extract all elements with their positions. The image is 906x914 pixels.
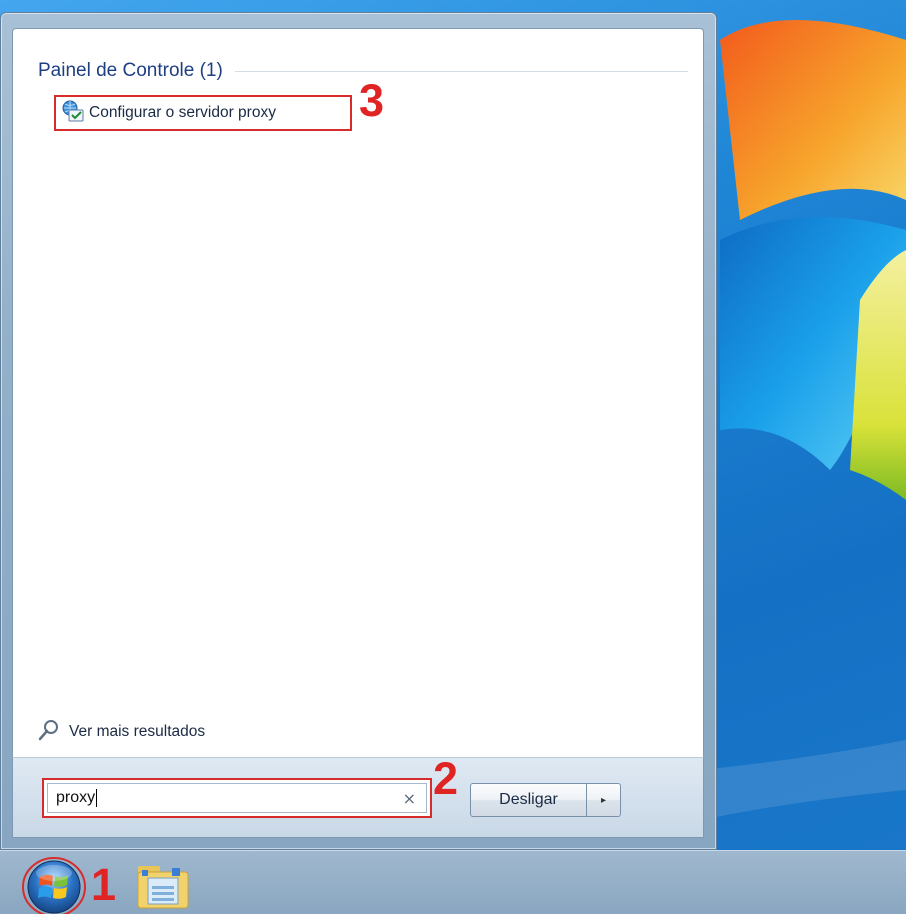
shutdown-options-arrow[interactable]: ▸ (587, 783, 621, 817)
windows-logo-wallpaper (700, 20, 906, 820)
header-divider (234, 70, 688, 72)
see-more-results-link[interactable]: Ver mais resultados (37, 719, 205, 745)
see-more-results-label: Ver mais resultados (69, 723, 206, 740)
results-group-title: Painel de Controle (1) (38, 60, 223, 81)
result-item-configure-proxy[interactable]: Configurar o servidor proxy (54, 95, 352, 131)
control-panel-network-icon (61, 100, 85, 126)
search-results-pane (12, 28, 704, 758)
windows-start-orb-icon (22, 857, 86, 914)
text-caret (96, 789, 98, 807)
windows-explorer-folder-icon (137, 866, 189, 909)
clear-search-icon[interactable]: × (403, 789, 416, 808)
step-2-annotation: 2 (433, 753, 459, 804)
magnifier-icon (37, 718, 61, 746)
search-input[interactable]: proxy × (47, 783, 427, 813)
result-item-label: Configurar o servidor proxy (89, 104, 276, 121)
shutdown-button[interactable]: Desligar (470, 783, 587, 817)
step-1-annotation: 1 (91, 859, 117, 910)
start-search-box[interactable]: proxy × (42, 778, 432, 818)
step-3-annotation: 3 (359, 75, 385, 126)
start-button[interactable] (18, 853, 90, 914)
search-input-value: proxy (56, 789, 96, 806)
taskbar-explorer-button[interactable] (132, 858, 196, 914)
shutdown-controls: Desligar ▸ (470, 783, 621, 817)
